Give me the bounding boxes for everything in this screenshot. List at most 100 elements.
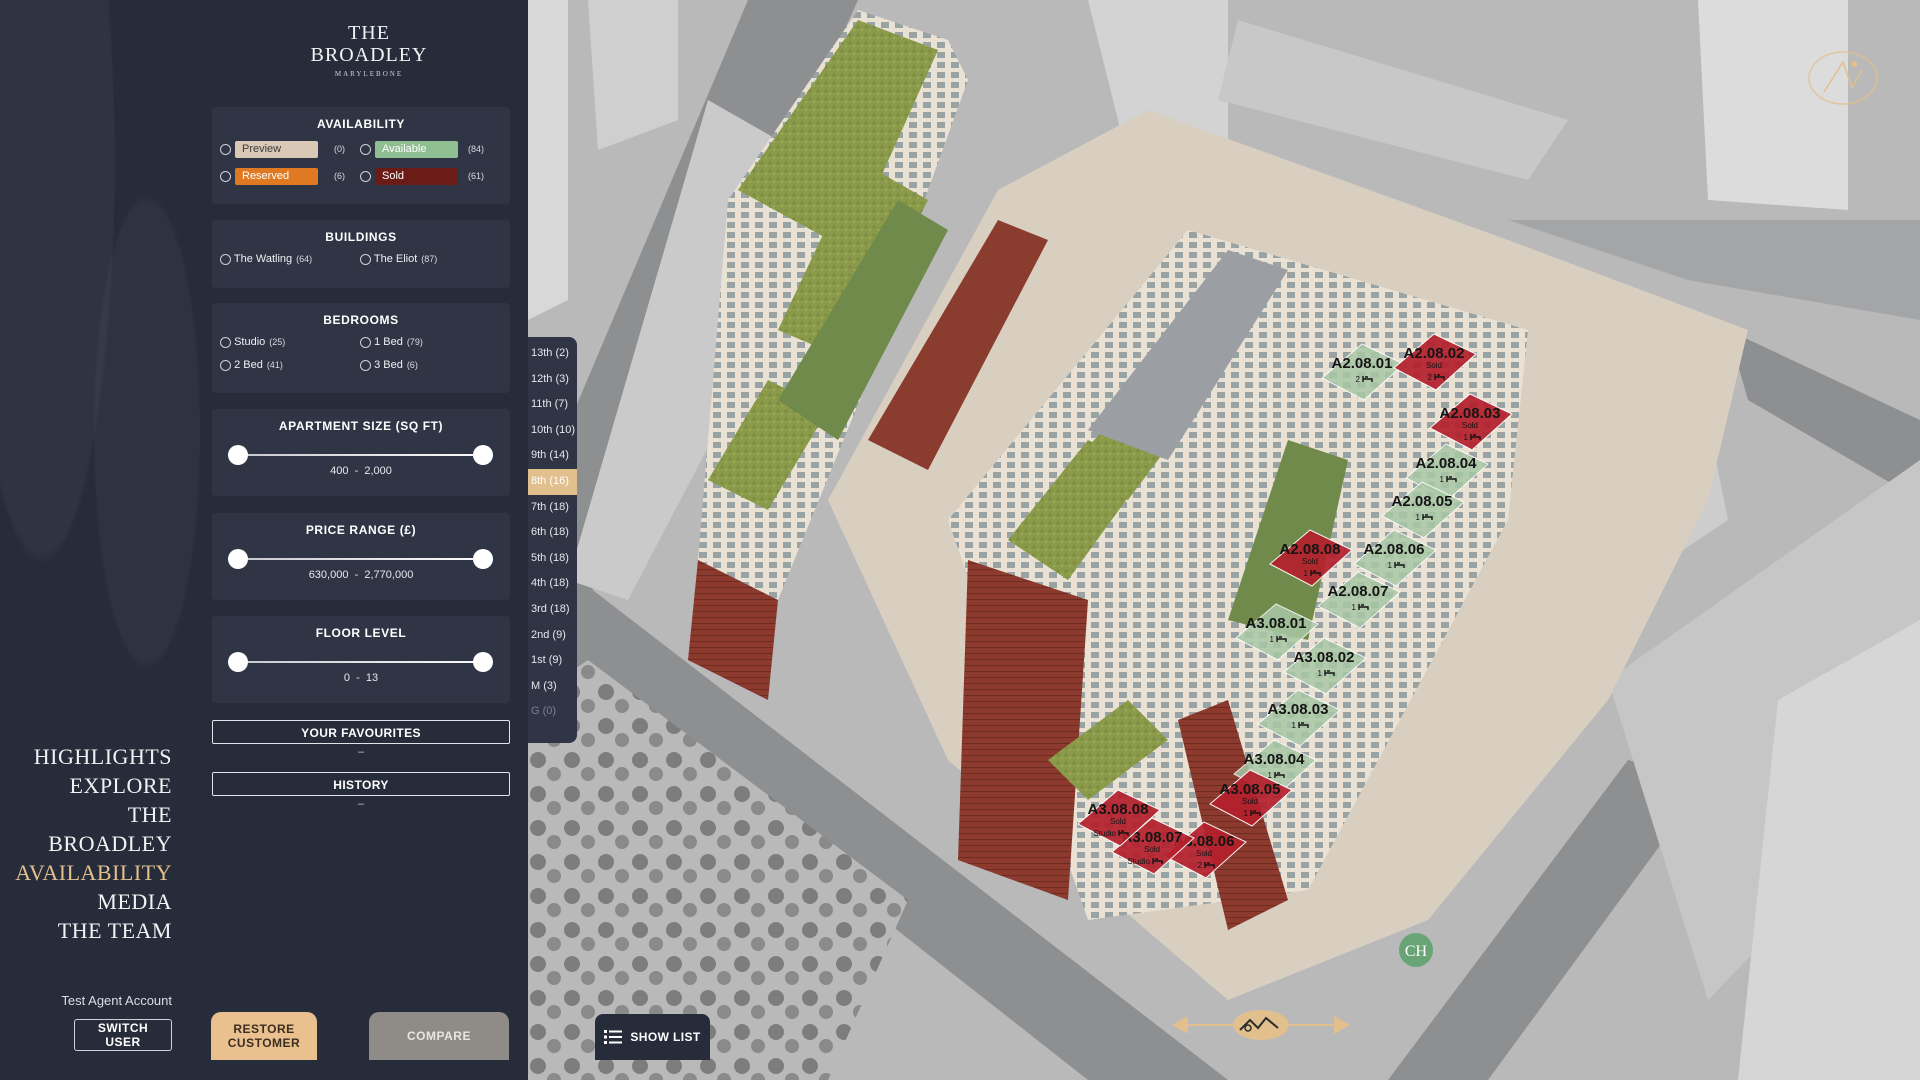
unit-beds: 2	[1356, 375, 1361, 384]
sold-radio[interactable]	[360, 171, 371, 182]
nav-item-explore[interactable]: EXPLORE	[0, 771, 172, 800]
account-name: Test Agent Account	[61, 993, 172, 1008]
floor-item[interactable]: 11th (7)	[528, 392, 577, 418]
floor-slider-track[interactable]	[238, 661, 483, 663]
unit-shape[interactable]	[1321, 343, 1405, 401]
reserved-pill: Reserved	[235, 168, 318, 185]
brand-logo[interactable]: THE BROADLEY MARYLEBONE	[210, 22, 528, 78]
size-max-handle[interactable]	[473, 445, 493, 465]
availability-option-preview[interactable]: Preview (0)	[220, 141, 345, 158]
unit-label: A2.08.06	[1364, 541, 1425, 558]
building-option-watling[interactable]: The Watling (64)	[220, 253, 312, 265]
bedrooms-filter: BEDROOMS Studio (25) 1 Bed (79) 2 Bed (41) …	[212, 303, 510, 393]
building-option-eliot[interactable]: The Eliot (87)	[360, 253, 437, 265]
eliot-radio[interactable]	[360, 253, 371, 265]
sold-pill: Sold	[375, 168, 458, 185]
available-radio[interactable]	[360, 144, 371, 155]
filter-panel: THE BROADLEY MARYLEBONE AVAILABILITY Pre…	[210, 0, 528, 1080]
bedroom-option-2bed[interactable]: 2 Bed (41)	[220, 359, 283, 371]
floor-item[interactable]: 5th (18)	[528, 546, 577, 572]
switch-user-button[interactable]: SWITCH USER	[74, 1019, 172, 1051]
floor-item[interactable]: 7th (18)	[528, 495, 577, 521]
availability-option-sold[interactable]: Sold (61)	[360, 168, 484, 185]
price-min-handle[interactable]	[228, 549, 248, 569]
floor-max-handle[interactable]	[473, 652, 493, 672]
floor-item[interactable]: 12th (3)	[528, 367, 577, 393]
floor-item[interactable]: 8th (16)	[528, 468, 577, 495]
bedroom-option-studio[interactable]: Studio (25)	[220, 336, 285, 348]
unit-beds: Studio	[1093, 829, 1116, 838]
unit-shape[interactable]	[1257, 689, 1341, 747]
price-slider-track[interactable]	[238, 558, 483, 560]
unit-beds: 1	[1244, 809, 1249, 818]
nav-item-media[interactable]: MEDIA	[0, 887, 172, 916]
nav-item-highlights[interactable]: HIGHLIGHTS	[0, 742, 172, 771]
unit-shape[interactable]	[1283, 637, 1367, 695]
studio-count: (25)	[269, 337, 286, 347]
bedroom-option-1bed[interactable]: 1 Bed (79)	[360, 336, 423, 348]
unit-beds: Studio	[1127, 857, 1150, 866]
studio-radio[interactable]	[220, 336, 231, 348]
unit-label: A2.08.07	[1328, 583, 1389, 600]
history-button[interactable]: HISTORY	[212, 772, 510, 796]
preview-count: (0)	[334, 144, 345, 155]
unit-sold-label: Sold	[1462, 421, 1478, 430]
history-empty: –	[357, 798, 365, 810]
compare-button[interactable]: COMPARE	[369, 1012, 509, 1060]
bedroom-option-3bed[interactable]: 3 Bed (6)	[360, 359, 418, 371]
unit-beds: 1	[1464, 433, 1469, 442]
compass-icon[interactable]	[1806, 48, 1880, 108]
sold-count: (61)	[468, 171, 485, 182]
studio-label: Studio	[234, 336, 266, 348]
size-slider-track[interactable]	[238, 454, 483, 456]
reserved-count: (6)	[334, 171, 345, 182]
units-layer[interactable]: A2.08.012A2.08.02Sold2A2.08.03Sold1A2.08…	[528, 0, 1920, 1080]
3bed-radio[interactable]	[360, 359, 371, 371]
floor-min-handle[interactable]	[228, 652, 248, 672]
floor-min-value: 0	[343, 672, 350, 684]
unit-a3-08-03[interactable]: A3.08.03 1	[1257, 689, 1341, 747]
unit-a3-08-02[interactable]: A3.08.02 1	[1283, 637, 1367, 695]
unit-a2-08-03[interactable]: A2.08.03Sold 1	[1429, 393, 1513, 451]
price-sep: -	[354, 569, 359, 581]
map-pan-icon[interactable]	[1166, 1000, 1356, 1050]
floor-item[interactable]: 2nd (9)	[528, 623, 577, 649]
floor-title: FLOOR LEVEL	[315, 626, 407, 640]
floor-item[interactable]: 3rd (18)	[528, 597, 577, 623]
restore-customer-button[interactable]: RESTORE CUSTOMER	[211, 1012, 317, 1060]
unit-a2-08-08[interactable]: A2.08.08Sold 1	[1269, 529, 1353, 587]
unit-a2-08-01[interactable]: A2.08.01 2	[1321, 343, 1405, 401]
site-map[interactable]: A2.08.01 2 A2.08.02 Sold 2 A2.08.03 Sold 1 A2.08…	[528, 0, 1920, 1080]
nav-item-the-team[interactable]: THE TEAM	[0, 916, 172, 945]
availability-option-available[interactable]: Available (84)	[360, 141, 484, 158]
eliot-count: (87)	[421, 254, 438, 264]
floor-item[interactable]: 9th (14)	[528, 443, 577, 469]
unit-a2-08-02[interactable]: A2.08.02Sold 2	[1393, 333, 1477, 391]
2bed-label: 2 Bed	[234, 359, 263, 371]
floor-item[interactable]: M (3)	[528, 674, 577, 700]
bedrooms-title: BEDROOMS	[323, 313, 399, 327]
floor-item[interactable]: 6th (18)	[528, 520, 577, 546]
preview-radio[interactable]	[220, 144, 231, 155]
nav-item-availability[interactable]: AVAILABILITY	[0, 858, 172, 887]
availability-option-reserved[interactable]: Reserved (6)	[220, 168, 345, 185]
floor-item[interactable]: 10th (10)	[528, 418, 577, 444]
show-list-button[interactable]: SHOW LIST	[595, 1014, 710, 1060]
1bed-radio[interactable]	[360, 336, 371, 348]
floor-item[interactable]: 4th (18)	[528, 571, 577, 597]
your-favourites-button[interactable]: YOUR FAVOURITES	[212, 720, 510, 744]
brand-tagline: MARYLEBONE	[334, 70, 404, 78]
unit-label: A3.08.08	[1088, 801, 1149, 818]
reserved-radio[interactable]	[220, 171, 231, 182]
floor-item: G (0)	[531, 705, 557, 718]
available-pill: Available	[375, 141, 458, 158]
nav-item-the-broadley[interactable]: THE BROADLEY	[0, 800, 172, 858]
floor-item[interactable]: 1st (9)	[528, 648, 577, 674]
unit-beds: 1	[1292, 721, 1297, 730]
watling-radio[interactable]	[220, 253, 231, 265]
size-min-value: 400	[330, 465, 349, 477]
2bed-radio[interactable]	[220, 359, 231, 371]
floor-item[interactable]: 13th (2)	[528, 341, 577, 367]
size-min-handle[interactable]	[228, 445, 248, 465]
price-max-handle[interactable]	[473, 549, 493, 569]
